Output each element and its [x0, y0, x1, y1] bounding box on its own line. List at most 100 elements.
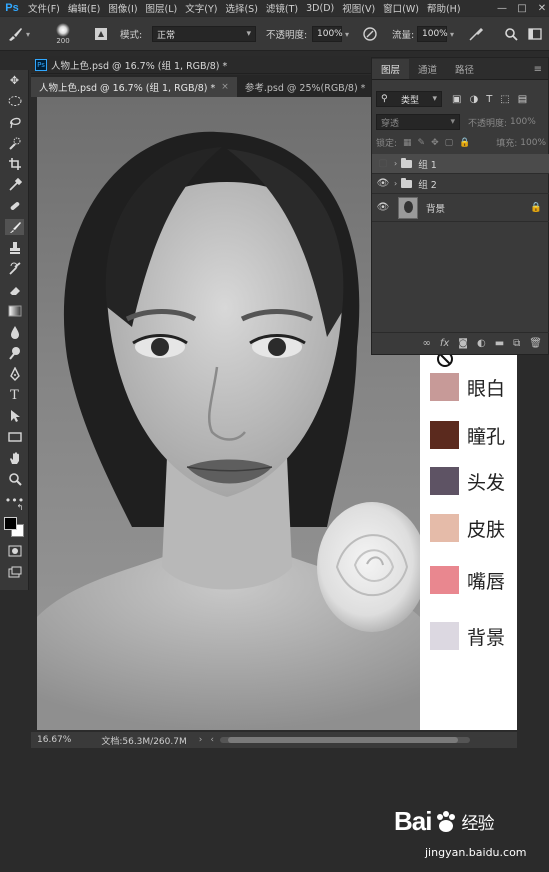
clone-stamp-tool[interactable]: [5, 240, 24, 256]
workspace-button[interactable]: [528, 17, 542, 51]
menu-filter[interactable]: 滤镜(T): [262, 1, 302, 15]
smart-object-filter-icon[interactable]: ▤: [518, 94, 527, 105]
swatch-row: 头发: [430, 467, 505, 495]
brush-panel-toggle[interactable]: [94, 17, 108, 51]
blend-mode-select[interactable]: 穿透 ▾: [376, 114, 460, 130]
tab-layers[interactable]: 图层: [372, 59, 410, 79]
rectangle-tool[interactable]: [5, 429, 24, 445]
layer-filter-select[interactable]: ⚲ 类型 ▾: [376, 91, 442, 107]
color-swatch: [430, 421, 459, 449]
tab-paths[interactable]: 路径: [446, 59, 483, 79]
menu-edit[interactable]: 编辑(E): [64, 1, 104, 15]
menu-type[interactable]: 文字(Y): [181, 1, 221, 15]
marquee-tool[interactable]: [5, 93, 24, 109]
history-brush-tool[interactable]: [5, 261, 24, 277]
chevron-down-icon[interactable]: ▾: [450, 30, 454, 39]
layer-row-background[interactable]: 👁 背景 🔒: [372, 194, 549, 222]
link-layers-icon[interactable]: ∞: [422, 338, 430, 349]
pressure-opacity-icon: [363, 27, 377, 41]
crop-icon: [8, 158, 21, 170]
pixel-filter-icon[interactable]: ▣: [452, 94, 461, 105]
hand-icon: [9, 452, 19, 464]
new-group-icon[interactable]: ▬: [495, 338, 504, 349]
gradient-tool[interactable]: [5, 303, 24, 319]
blur-tool[interactable]: [5, 324, 24, 340]
shape-filter-icon[interactable]: ⬚: [500, 94, 509, 105]
zoom-tool[interactable]: [5, 471, 24, 487]
chevron-down-icon[interactable]: ▾: [345, 30, 349, 39]
mode-select[interactable]: 正常 ▾: [152, 17, 256, 51]
swap-colors-button[interactable]: ↰: [15, 502, 25, 512]
close-button[interactable]: ✕: [537, 3, 547, 14]
layer-row-group-2[interactable]: 👁 › 组 2: [372, 174, 549, 194]
zoom-level[interactable]: 16.67%: [37, 735, 71, 745]
eye-icon[interactable]: 👁: [372, 202, 394, 213]
quick-selection-tool[interactable]: [5, 135, 24, 151]
tab-channels[interactable]: 通道: [409, 59, 446, 79]
flow-field[interactable]: 100% ▾: [417, 17, 454, 51]
healing-brush-tool[interactable]: [5, 198, 24, 214]
opacity-field[interactable]: 100% ▾: [312, 17, 349, 51]
menu-3d[interactable]: 3D(D): [302, 3, 338, 14]
minimize-button[interactable]: —: [497, 3, 507, 14]
chevron-right-icon[interactable]: ›: [394, 179, 397, 188]
dodge-icon: [8, 347, 20, 360]
menu-layer[interactable]: 图层(L): [142, 1, 182, 15]
scroll-left-icon[interactable]: ‹: [210, 735, 214, 745]
move-tool[interactable]: ✥: [5, 72, 24, 88]
search-button[interactable]: [504, 17, 518, 51]
dodge-tool[interactable]: [5, 345, 24, 361]
menu-view[interactable]: 视图(V): [338, 1, 379, 15]
scrollbar-thumb[interactable]: [227, 737, 458, 743]
brush-size-picker[interactable]: 200: [56, 17, 70, 51]
foreground-color-swatch[interactable]: [4, 517, 17, 530]
menu-image[interactable]: 图像(I): [104, 1, 141, 15]
text-filter-icon[interactable]: T: [486, 94, 492, 105]
type-tool[interactable]: T: [5, 387, 24, 403]
maximize-button[interactable]: □: [517, 3, 527, 14]
panel-menu-icon[interactable]: ≡: [534, 64, 548, 79]
floating-document-title[interactable]: Ps 人物上色.psd @ 16.7% (组 1, RGB/8) *: [31, 56, 371, 74]
pressure-opacity-toggle[interactable]: [362, 17, 378, 51]
color-swatch: [430, 467, 459, 495]
brush-tool-preset[interactable]: ▾: [6, 17, 30, 51]
opacity-value[interactable]: 100%: [510, 117, 536, 127]
adjustment-layer-icon[interactable]: ◐: [477, 338, 486, 349]
chevron-right-icon[interactable]: ›: [394, 159, 397, 168]
lasso-tool[interactable]: [5, 114, 24, 130]
quick-mask-button[interactable]: [5, 543, 24, 559]
lock-options-icon[interactable]: ▦✎✥▢🔒: [403, 138, 476, 148]
horizontal-scrollbar[interactable]: [219, 737, 470, 743]
opacity-value[interactable]: 100%: [312, 26, 343, 42]
layer-row-group-1[interactable]: ▢ › 组 1: [372, 154, 549, 174]
fx-icon[interactable]: fx: [440, 338, 449, 349]
menu-select[interactable]: 选择(S): [221, 1, 261, 15]
chevron-right-icon[interactable]: ›: [199, 735, 203, 745]
hand-tool[interactable]: [5, 450, 24, 466]
screen-mode-button[interactable]: [5, 564, 24, 580]
eraser-tool[interactable]: [5, 282, 24, 298]
eyedropper-tool[interactable]: [5, 177, 24, 193]
tab-document-reference[interactable]: 参考.psd @ 25%(RGB/8) * ×: [237, 77, 387, 97]
crop-tool[interactable]: [5, 156, 24, 172]
airbrush-toggle[interactable]: [468, 17, 484, 51]
menu-window[interactable]: 窗口(W): [379, 1, 423, 15]
tab-document-main[interactable]: 人物上色.psd @ 16.7% (组 1, RGB/8) * ×: [31, 77, 237, 97]
flow-value[interactable]: 100%: [417, 26, 448, 42]
menu-file[interactable]: 文件(F): [24, 1, 64, 15]
trash-icon[interactable]: 🗑: [529, 338, 542, 349]
pen-tool[interactable]: [5, 366, 24, 382]
eye-icon[interactable]: 👁: [372, 178, 394, 189]
visibility-toggle[interactable]: ▢: [372, 158, 394, 169]
add-mask-icon[interactable]: ◙: [458, 338, 468, 349]
adjustment-filter-icon[interactable]: ◑: [469, 94, 478, 105]
menu-help[interactable]: 帮助(H): [423, 1, 465, 15]
close-tab-icon[interactable]: ×: [221, 82, 229, 92]
swatch-label: 头发: [467, 471, 506, 494]
new-layer-icon[interactable]: ⧉: [513, 338, 520, 349]
search-icon: [505, 28, 518, 41]
brush-tool[interactable]: [5, 219, 24, 235]
path-selection-tool[interactable]: [5, 408, 24, 424]
swatch-row: 皮肤: [430, 514, 505, 542]
fill-value[interactable]: 100%: [520, 138, 546, 148]
